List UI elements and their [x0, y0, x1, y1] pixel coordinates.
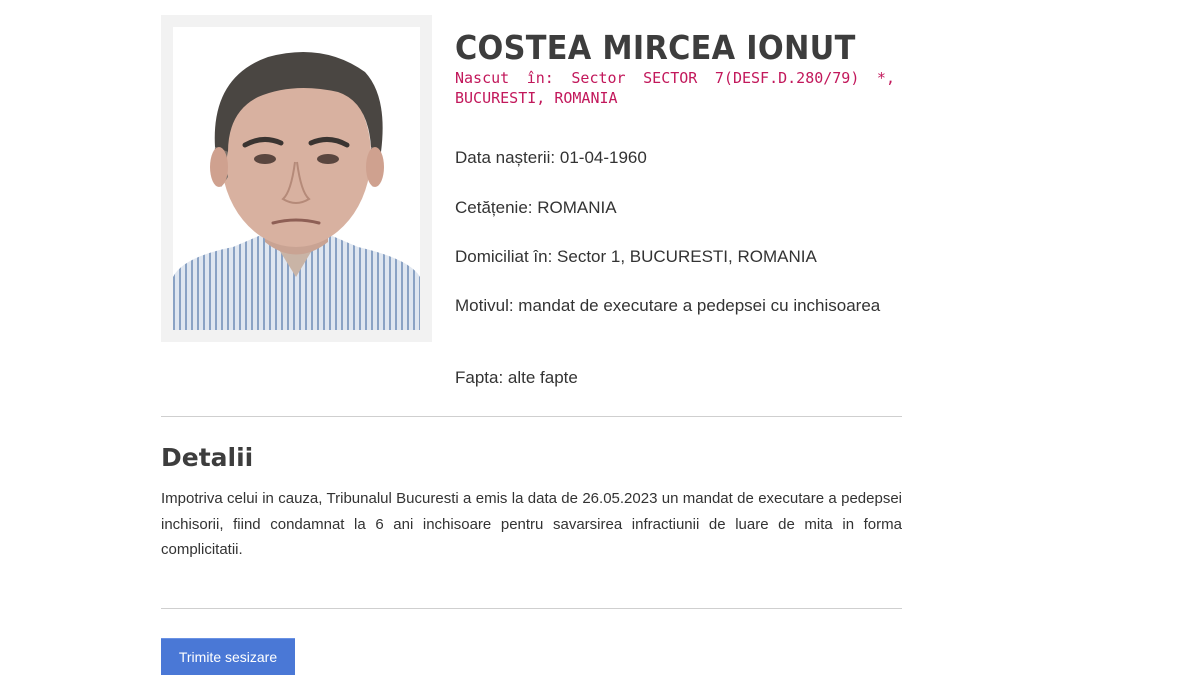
divider-bottom	[161, 608, 902, 609]
birth-date: Data nașterii: 01-04-1960	[455, 148, 647, 167]
offense: Fapta: alte fapte	[455, 368, 578, 387]
reason: Motivul: mandat de executare a pedepsei …	[455, 296, 881, 315]
person-name: COSTEA MIRCEA IONUT	[455, 28, 856, 67]
birthplace: Nascut în: Sector SECTOR 7(DESF.D.280/79…	[455, 69, 895, 107]
submit-report-button[interactable]: Trimite sesizare	[161, 638, 295, 675]
domicile: Domiciliat în: Sector 1, BUCURESTI, ROMA…	[455, 247, 817, 266]
details-title: Detalii	[161, 443, 254, 472]
portrait-photo	[173, 27, 420, 330]
citizenship: Cetățenie: ROMANIA	[455, 198, 617, 217]
details-text: Impotriva celui in cauza, Tribunalul Buc…	[161, 490, 902, 558]
divider-top	[161, 416, 902, 417]
photo-frame	[161, 15, 432, 342]
